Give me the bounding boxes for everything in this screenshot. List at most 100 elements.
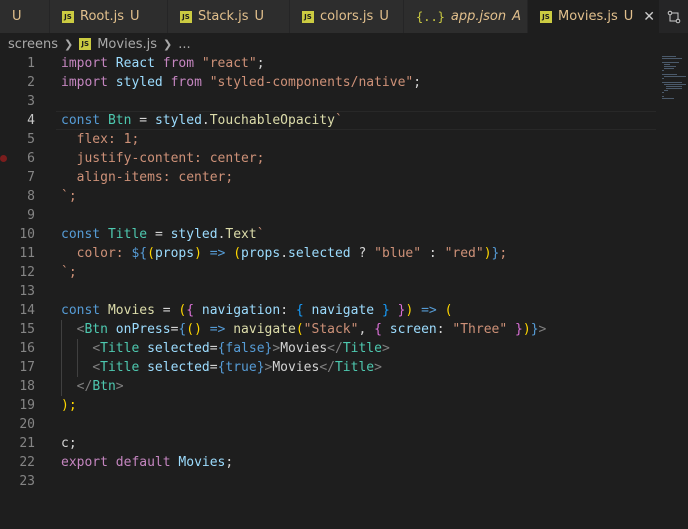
tab-status-badge: U [254, 9, 265, 24]
line-number: 16 [19, 341, 35, 356]
line-number: 19 [19, 398, 35, 413]
line-code: ); [61, 398, 77, 413]
line-code: `; [61, 187, 77, 206]
token: : [436, 322, 445, 337]
token: styled [154, 113, 202, 128]
token: Title [342, 341, 382, 356]
token: "react" [201, 56, 257, 71]
line-code: `; [61, 263, 77, 282]
token: ) [522, 322, 531, 337]
token: "Stack" [303, 322, 359, 337]
token: { [186, 303, 195, 318]
token: justify-content: center; [76, 151, 265, 166]
line-code: align-items: center; [61, 168, 234, 187]
line-code: color: ${(props) => (props.selected ? "b… [61, 244, 508, 263]
code-line: 8 `; [0, 187, 660, 206]
token: navigation [201, 303, 281, 318]
code-line: 19 ); [0, 396, 660, 415]
token: => [209, 246, 226, 261]
token: from [162, 56, 195, 71]
token: Title [100, 341, 140, 356]
tab-root-js[interactable]: JS Root.js U [50, 0, 168, 33]
token: ? [358, 246, 367, 261]
token: navigate [311, 303, 375, 318]
code-line: 22 export default Movies; [0, 453, 660, 472]
code-editor[interactable]: 1 import React from "react"; 2 import st… [0, 54, 660, 493]
minimap-line [664, 76, 686, 77]
code-line: 20 [0, 415, 660, 434]
token: navigate [233, 322, 296, 337]
breadcrumb-symbol[interactable]: ... [178, 37, 190, 52]
code-line: 12 `; [0, 263, 660, 282]
tab-colors-js[interactable]: JS colors.js U [290, 0, 404, 33]
line-number: 14 [19, 303, 35, 318]
token: > [115, 379, 124, 394]
minimap[interactable] [660, 54, 688, 174]
minimap-line [666, 88, 682, 89]
line-number: 10 [19, 227, 35, 242]
token: flex: 1; [76, 132, 140, 147]
line-code: export default Movies; [61, 453, 233, 472]
token: } [256, 360, 265, 375]
line-number: 3 [27, 94, 35, 109]
tab-status-badge: U [623, 9, 634, 24]
token: Text [225, 227, 257, 242]
code-line: 21 c; [0, 434, 660, 453]
token: selected [147, 360, 210, 375]
minimap-line [662, 98, 674, 99]
code-line-current: 4 const Btn = styled.TouchableOpacity` [0, 111, 660, 130]
token: Btn [92, 379, 116, 394]
tab-label: Stack.js [198, 9, 249, 24]
token: ( [186, 322, 195, 337]
token: ; [499, 246, 508, 261]
minimap-line [662, 70, 664, 71]
tab-movies-js[interactable]: JS Movies.js U ✕ [528, 0, 660, 33]
token: true [225, 360, 257, 375]
minimap-line [664, 84, 686, 85]
line-code: <Btn onPress={() => navigate("Stack", { … [61, 320, 547, 339]
code-line: 11 color: ${(props) => (props.selected ?… [0, 244, 660, 263]
token: </ [76, 379, 93, 394]
chevron-right-icon: ❯ [64, 37, 74, 51]
line-number: 15 [19, 322, 35, 337]
line-number: 11 [19, 246, 35, 261]
minimap-line [666, 86, 682, 87]
token: } [381, 303, 390, 318]
token: : [428, 246, 437, 261]
token: . [201, 113, 210, 128]
line-number: 21 [19, 436, 35, 451]
js-file-icon: JS [302, 10, 314, 23]
tab-app-json[interactable]: {..} app.json A [404, 0, 528, 33]
breadcrumb: screens ❯ JS Movies.js ❯ ... [0, 33, 688, 55]
js-file-icon: JS [180, 10, 192, 23]
token: "styled-components/native" [209, 75, 414, 90]
split-compare-icon[interactable] [660, 0, 688, 33]
token: const [61, 227, 101, 242]
token: </ [319, 360, 335, 375]
tab-stack-js[interactable]: JS Stack.js U [168, 0, 290, 33]
breadcrumb-file[interactable]: Movies.js [97, 37, 157, 52]
token: import [61, 75, 108, 90]
token: { [374, 322, 382, 337]
minimap-line [664, 90, 668, 91]
token: props [241, 246, 281, 261]
code-line: 14 const Movies = ({ navigation: { navig… [0, 301, 660, 320]
minimap-line [662, 96, 664, 97]
token: > [381, 341, 390, 356]
token: ) [405, 303, 414, 318]
code-line: 9 [0, 206, 660, 225]
chevron-right-icon: ❯ [162, 37, 173, 51]
line-number: 17 [19, 360, 35, 375]
token: onPress [115, 322, 171, 337]
tab-label: app.json [450, 9, 507, 24]
line-code: import React from "react"; [61, 54, 265, 73]
tab-label: Movies.js [558, 9, 618, 24]
breadcrumb-folder[interactable]: screens [8, 37, 58, 52]
line-number: 6 [27, 151, 35, 166]
tab-previous-file[interactable]: U [0, 0, 50, 33]
minimap-line [662, 92, 664, 93]
token: ; [256, 56, 265, 71]
token: = [209, 360, 218, 375]
close-icon[interactable]: ✕ [643, 9, 655, 25]
token: > [272, 341, 281, 356]
